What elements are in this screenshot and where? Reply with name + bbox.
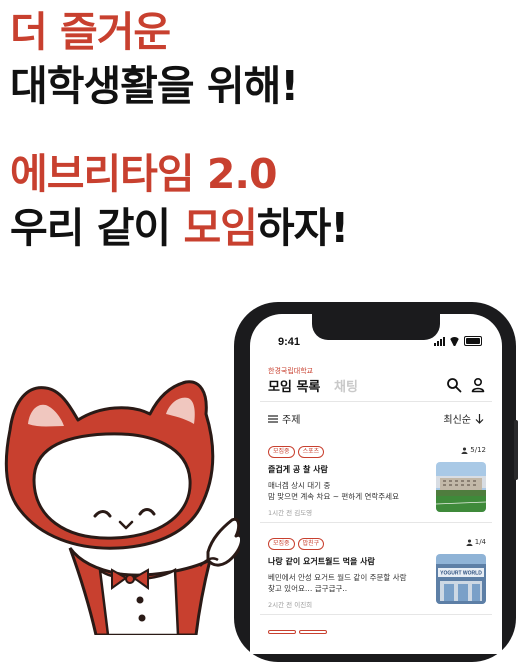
headline-line-4-pre: 우리 같이	[10, 204, 184, 252]
page-title: 모임 목록	[268, 380, 321, 395]
member-count: 5/12	[461, 446, 486, 454]
battery-icon	[464, 336, 482, 346]
search-icon[interactable]	[446, 377, 462, 393]
meeting-list-item[interactable]: 모집중 밥친구 1/4 나랑 같이 요거트월드 먹을 사람 베민에서 안성 요거…	[268, 538, 486, 609]
phone-screen: 9:41 한경국립대학교 모임 목록 채팅 주제 최신순 모집중 스포츠 5/1…	[250, 314, 502, 654]
topic-filter-label: 주제	[282, 415, 301, 426]
school-name: 한경국립대학교	[268, 368, 314, 375]
phone-side-button	[514, 420, 518, 480]
headline-line-1: 더 즐거운	[10, 8, 171, 56]
category-tag: 스포츠	[297, 446, 325, 458]
profile-icon[interactable]	[470, 377, 486, 393]
headline-line-4-post: 하자!	[256, 204, 349, 252]
meeting-list-item[interactable]	[268, 630, 486, 634]
phone-notch	[312, 314, 440, 340]
menu-icon	[268, 414, 278, 423]
item-thumbnail	[436, 462, 486, 512]
headline-line-4: 우리 같이 모임하자!	[10, 204, 349, 252]
headline-line-3: 에브리타임 2.0	[10, 150, 278, 198]
status-icons	[434, 336, 482, 346]
meeting-list-item[interactable]: 모집중 스포츠 5/12 즐겁게 공 찰 사람 매너겜 상시 대기 중 맘 맞으…	[268, 446, 486, 517]
sort-label: 최신순	[443, 415, 471, 426]
person-icon	[466, 538, 473, 546]
headline-line-2: 대학생활을 위해!	[10, 62, 299, 110]
item-thumbnail: YOGURT WORLD	[436, 554, 486, 604]
status-tag: 모집중	[268, 538, 295, 550]
status-tag: 모집중	[268, 446, 295, 458]
category-tag	[299, 630, 327, 634]
item-divider	[260, 614, 492, 615]
mascot-illustration	[4, 380, 240, 635]
item-divider	[260, 522, 492, 523]
status-tag	[268, 630, 296, 634]
item-body: 매너겜 상시 대기 중 맘 맞으면 계속 차요 ~ 편하게 연락주세요	[268, 481, 399, 501]
member-count-value: 1/4	[474, 538, 486, 546]
category-tag: 밥친구	[297, 538, 325, 550]
signal-icon	[434, 336, 445, 346]
yogurt-sign: YOGURT WORLD	[440, 571, 482, 577]
person-icon	[461, 446, 468, 454]
member-count-value: 5/12	[470, 446, 486, 454]
topic-filter[interactable]: 주제	[268, 411, 300, 426]
arrow-down-icon	[475, 413, 484, 424]
item-body: 베민에서 안성 요거트 월드 같이 주문할 사람 찾고 있어요… 급구급구..	[268, 573, 407, 593]
member-count: 1/4	[466, 538, 486, 546]
wifi-icon	[449, 337, 460, 346]
tab-chat[interactable]: 채팅	[334, 376, 358, 395]
headline-accent-word: 모임	[183, 204, 257, 252]
sort-selector[interactable]: 최신순	[443, 411, 484, 426]
status-time: 9:41	[278, 336, 301, 348]
header-divider	[260, 401, 492, 402]
